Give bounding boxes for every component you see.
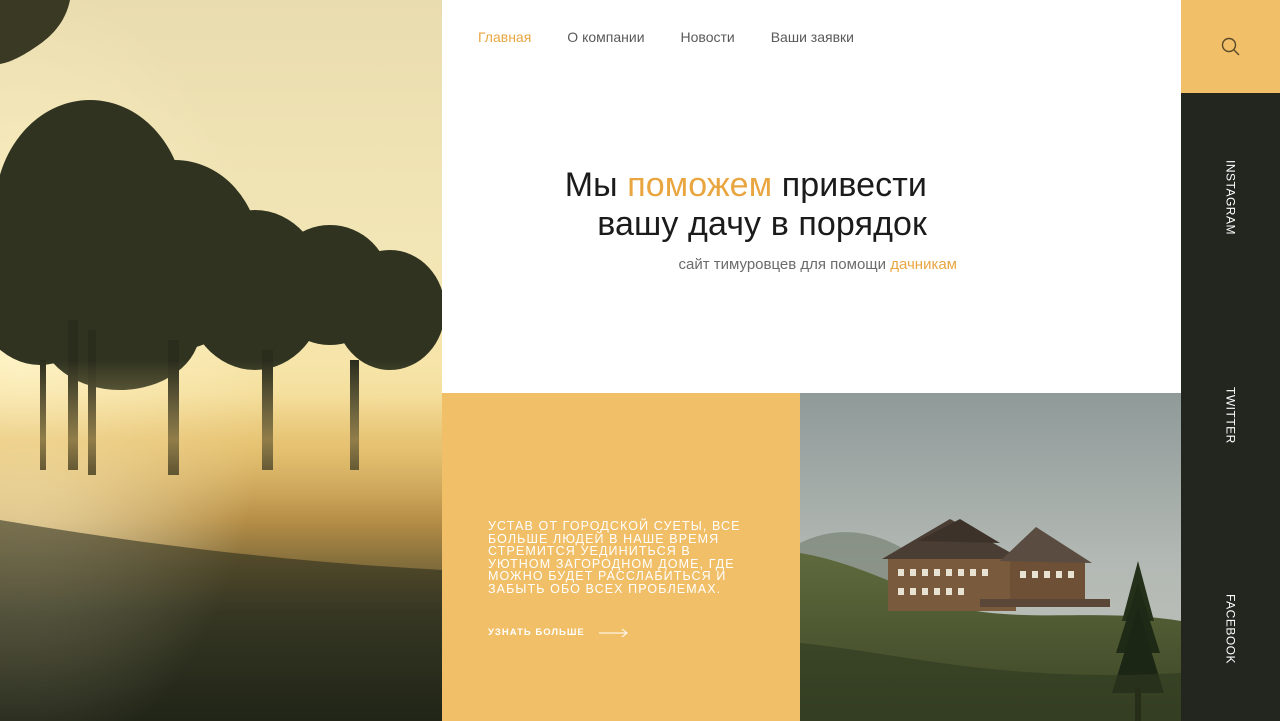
nav-item-home[interactable]: Главная [478,28,531,46]
hero-subtitle: сайт тимуровцев для помощи дачникам [679,256,957,273]
twitter-link[interactable]: TWITTER [1224,387,1238,444]
headline-accent: поможем [627,166,773,204]
main-nav: Главная О компании Новости Ваши заявки [478,28,890,46]
nav-item-requests[interactable]: Ваши заявки [771,28,854,46]
hero-section: Главная О компании Новости Ваши заявки М… [442,0,1181,393]
social-sidebar: INSTAGRAM TWITTER FACEBOOK [1181,0,1280,721]
search-button[interactable] [1181,0,1280,93]
headline-line2: вашу дачу в порядок [597,205,927,243]
facebook-link[interactable]: FACEBOOK [1224,594,1238,664]
nav-item-about[interactable]: О компании [567,28,644,46]
subtitle-main: сайт тимуровцев для помощи [678,256,891,273]
search-icon [1221,37,1239,55]
info-card: УСТАВ ОТ ГОРОДСКОЙ СУЕТЫ, ВСЕ БОЛЬШЕ ЛЮД… [442,393,800,721]
arrow-right-icon [598,628,628,637]
learn-more-label: УЗНАТЬ БОЛЬШЕ [488,627,585,638]
learn-more-link[interactable]: УЗНАТЬ БОЛЬШЕ [488,627,629,638]
hero-headline: Мы поможем привести вашу дачу в порядок [565,166,927,244]
instagram-link[interactable]: INSTAGRAM [1224,160,1238,235]
house-photo [800,393,1181,721]
headline-part2: привести [772,166,927,204]
subtitle-accent: дачникам [890,256,957,273]
card-description: УСТАВ ОТ ГОРОДСКОЙ СУЕТЫ, ВСЕ БОЛЬШЕ ЛЮД… [488,519,741,596]
nav-item-news[interactable]: Новости [681,28,735,46]
headline-part1: Мы [564,166,628,204]
hero-photo-trees [0,0,442,721]
